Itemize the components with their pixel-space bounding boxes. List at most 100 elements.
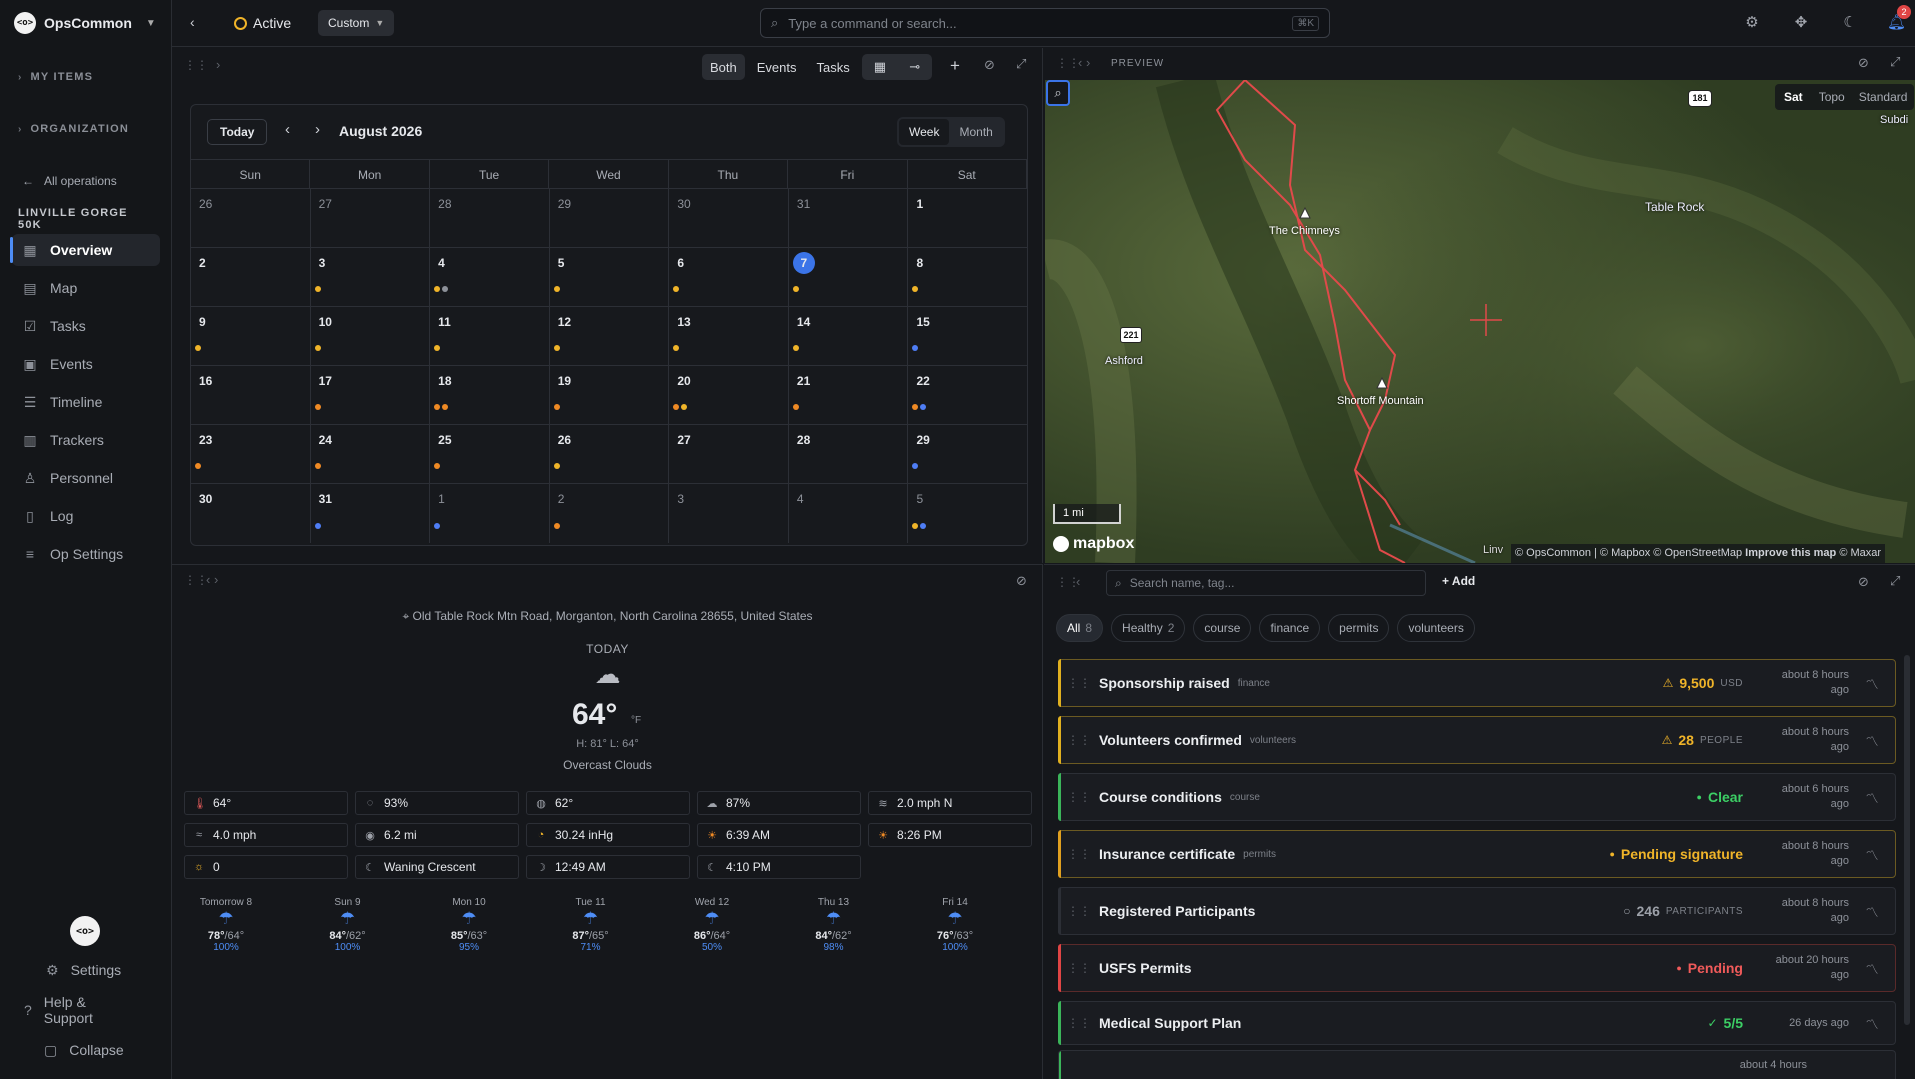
style-sat[interactable]: Sat — [1775, 90, 1812, 104]
calendar-day[interactable]: 17 — [311, 366, 431, 424]
sidebar-item-events[interactable]: ▣ Events — [12, 348, 160, 380]
trend-chart-icon[interactable]: 〽 — [1849, 731, 1895, 750]
tracker-row[interactable]: ⋮⋮ USFS Permits ● Pending about 20 hours ago 〽 — [1058, 944, 1896, 992]
calendar-day[interactable]: 31 — [311, 484, 431, 543]
style-standard[interactable]: Standard — [1852, 90, 1915, 104]
drag-handle-icon[interactable]: ⋮⋮ — [184, 573, 208, 587]
calendar-day[interactable]: 2 — [550, 484, 670, 543]
calendar-day[interactable]: 6 — [669, 248, 789, 306]
map-search-icon[interactable]: ⌕ — [1046, 80, 1070, 106]
sidebar-item-trackers[interactable]: ▥ Trackers — [12, 424, 160, 456]
month-button[interactable]: Month — [949, 119, 1002, 145]
chevron-right-icon[interactable]: › — [216, 57, 220, 72]
nav-chevrons-icon[interactable]: ‹ › — [1078, 55, 1090, 70]
calendar-day[interactable]: 9 — [191, 307, 311, 365]
filter-tasks[interactable]: Tasks — [809, 54, 858, 80]
calendar-day[interactable]: 8 — [908, 248, 1027, 306]
expand-icon[interactable]: ⤢ — [1890, 54, 1900, 70]
event-dot[interactable] — [553, 345, 560, 351]
event-dot[interactable] — [681, 404, 688, 410]
event-dot[interactable] — [920, 404, 927, 410]
event-dot[interactable] — [314, 286, 321, 292]
calendar-day[interactable]: 5 — [550, 248, 670, 306]
eye-off-icon[interactable]: ⊘ — [1858, 574, 1869, 590]
tracker-search-input[interactable]: ⌕ Search name, tag... — [1106, 570, 1426, 596]
eye-off-icon[interactable]: ⊘ — [1016, 573, 1027, 589]
calendar-day[interactable]: 18 — [430, 366, 550, 424]
sidebar-item-overview[interactable]: ▦ Overview — [12, 234, 160, 266]
sidebar-item-tasks[interactable]: ☑ Tasks — [12, 310, 160, 342]
event-dot[interactable] — [195, 463, 201, 469]
tracker-row[interactable]: ⋮⋮ Sponsorship raised finance ⚠ 9,500 USD abou… — [1058, 659, 1896, 707]
calendar-day[interactable]: 31 — [789, 189, 909, 247]
calendar-day[interactable]: 4 — [789, 484, 909, 543]
command-search[interactable]: ⌕ Type a command or search... ⌘K — [760, 8, 1330, 38]
calendar-day[interactable]: 24 — [311, 425, 431, 483]
eye-off-icon[interactable]: ⊘ — [984, 57, 995, 73]
expand-icon[interactable]: ⤢ — [1890, 573, 1900, 589]
event-dot[interactable] — [434, 523, 441, 529]
calendar-day[interactable]: 10 — [311, 307, 431, 365]
style-topo[interactable]: Topo — [1812, 90, 1852, 104]
event-dot[interactable] — [912, 345, 919, 351]
calendar-day[interactable]: 28 — [430, 189, 550, 247]
today-button[interactable]: Today — [207, 119, 268, 145]
event-dot[interactable] — [912, 463, 919, 469]
drag-handle-icon[interactable]: ⋮⋮ — [184, 58, 208, 72]
tracker-row[interactable]: ⋮⋮ Insurance certificate permits ● Pending s… — [1058, 830, 1896, 878]
calendar-day[interactable]: 11 — [430, 307, 550, 365]
calendar-day[interactable]: 30 — [669, 189, 789, 247]
event-dot[interactable] — [792, 345, 799, 351]
calendar-day[interactable]: 26 — [191, 189, 311, 247]
drag-handle-icon[interactable]: ⋮⋮ — [1059, 1016, 1099, 1030]
next-month-icon[interactable]: › — [315, 121, 320, 138]
calendar-day[interactable]: 3 — [311, 248, 431, 306]
eye-off-icon[interactable]: ⊘ — [1858, 55, 1869, 71]
calendar-day[interactable]: 27 — [311, 189, 431, 247]
back-all-operations[interactable]: ← All operations — [22, 174, 117, 188]
event-dot[interactable] — [195, 345, 201, 351]
moon-icon[interactable]: ☾ — [1841, 14, 1859, 32]
help-link[interactable]: ? Help & Support — [0, 994, 171, 1026]
drag-handle-icon[interactable]: ⋮⋮ — [1059, 904, 1099, 918]
drag-handle-icon[interactable]: ⋮⋮ — [1056, 56, 1080, 70]
layout-select[interactable]: Custom ▼ — [318, 10, 395, 36]
filter-chip-finance[interactable]: finance — [1259, 614, 1321, 642]
tracker-row[interactable]: ⋮⋮ Volunteers confirmed volunteers ⚠ 28 PEOPL… — [1058, 716, 1896, 764]
week-button[interactable]: Week — [899, 119, 950, 145]
calendar-day[interactable]: 2 — [191, 248, 311, 306]
calendar-day[interactable]: 7 — [789, 248, 909, 306]
section-my-items[interactable]: › MY ITEMS — [0, 71, 111, 83]
event-dot[interactable] — [314, 463, 321, 469]
trend-chart-icon[interactable]: 〽 — [1849, 788, 1895, 807]
calendar-day[interactable]: 3 — [669, 484, 789, 543]
event-dot[interactable] — [553, 286, 560, 292]
add-icon[interactable]: + — [950, 56, 960, 76]
calendar-day[interactable]: 16 — [191, 366, 311, 424]
calendar-day[interactable]: 19 — [550, 366, 670, 424]
calendar-day[interactable]: 29 — [908, 425, 1027, 483]
move-icon[interactable]: ✥ — [1792, 14, 1810, 32]
tracker-row[interactable]: ⋮⋮ Registered Participants ○ 246 PARTICIPANT… — [1058, 887, 1896, 935]
event-dot[interactable] — [792, 286, 799, 292]
event-dot[interactable] — [673, 286, 680, 292]
calendar-day[interactable]: 22 — [908, 366, 1027, 424]
calendar-day[interactable]: 13 — [669, 307, 789, 365]
chevron-left-icon[interactable]: ‹ — [1076, 574, 1080, 589]
event-dot[interactable] — [912, 286, 919, 292]
sidebar-item-op-settings[interactable]: ≡ Op Settings — [12, 538, 160, 570]
nav-chevrons-icon[interactable]: ‹ › — [206, 572, 218, 587]
event-dot[interactable] — [912, 523, 919, 529]
filter-chip-volunteers[interactable]: volunteers — [1397, 614, 1475, 642]
sidebar-item-timeline[interactable]: ☰ Timeline — [12, 386, 160, 418]
event-dot[interactable] — [912, 404, 919, 410]
calendar-day[interactable]: 1 — [908, 189, 1027, 247]
event-dot[interactable] — [673, 404, 680, 410]
sidebar-item-personnel[interactable]: ♙ Personnel — [12, 462, 160, 494]
calendar-day[interactable]: 29 — [550, 189, 670, 247]
event-dot[interactable] — [673, 345, 680, 351]
calendar-day[interactable]: 27 — [669, 425, 789, 483]
sidebar-item-log[interactable]: ▯ Log — [12, 500, 160, 532]
trend-chart-icon[interactable]: 〽 — [1849, 674, 1895, 693]
calendar-day[interactable]: 4 — [430, 248, 550, 306]
